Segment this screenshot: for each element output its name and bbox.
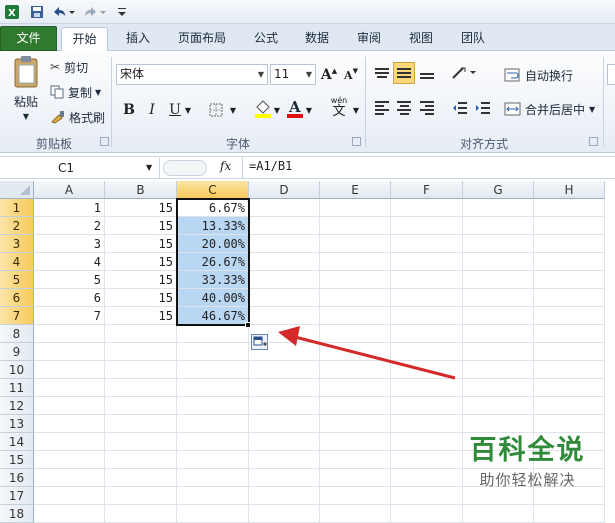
watermark: 百科全说 助你轻松解决 bbox=[440, 428, 615, 496]
watermark-subtitle: 助你轻松解决 bbox=[479, 471, 576, 489]
watermark-title: 百科全说 bbox=[469, 435, 586, 466]
